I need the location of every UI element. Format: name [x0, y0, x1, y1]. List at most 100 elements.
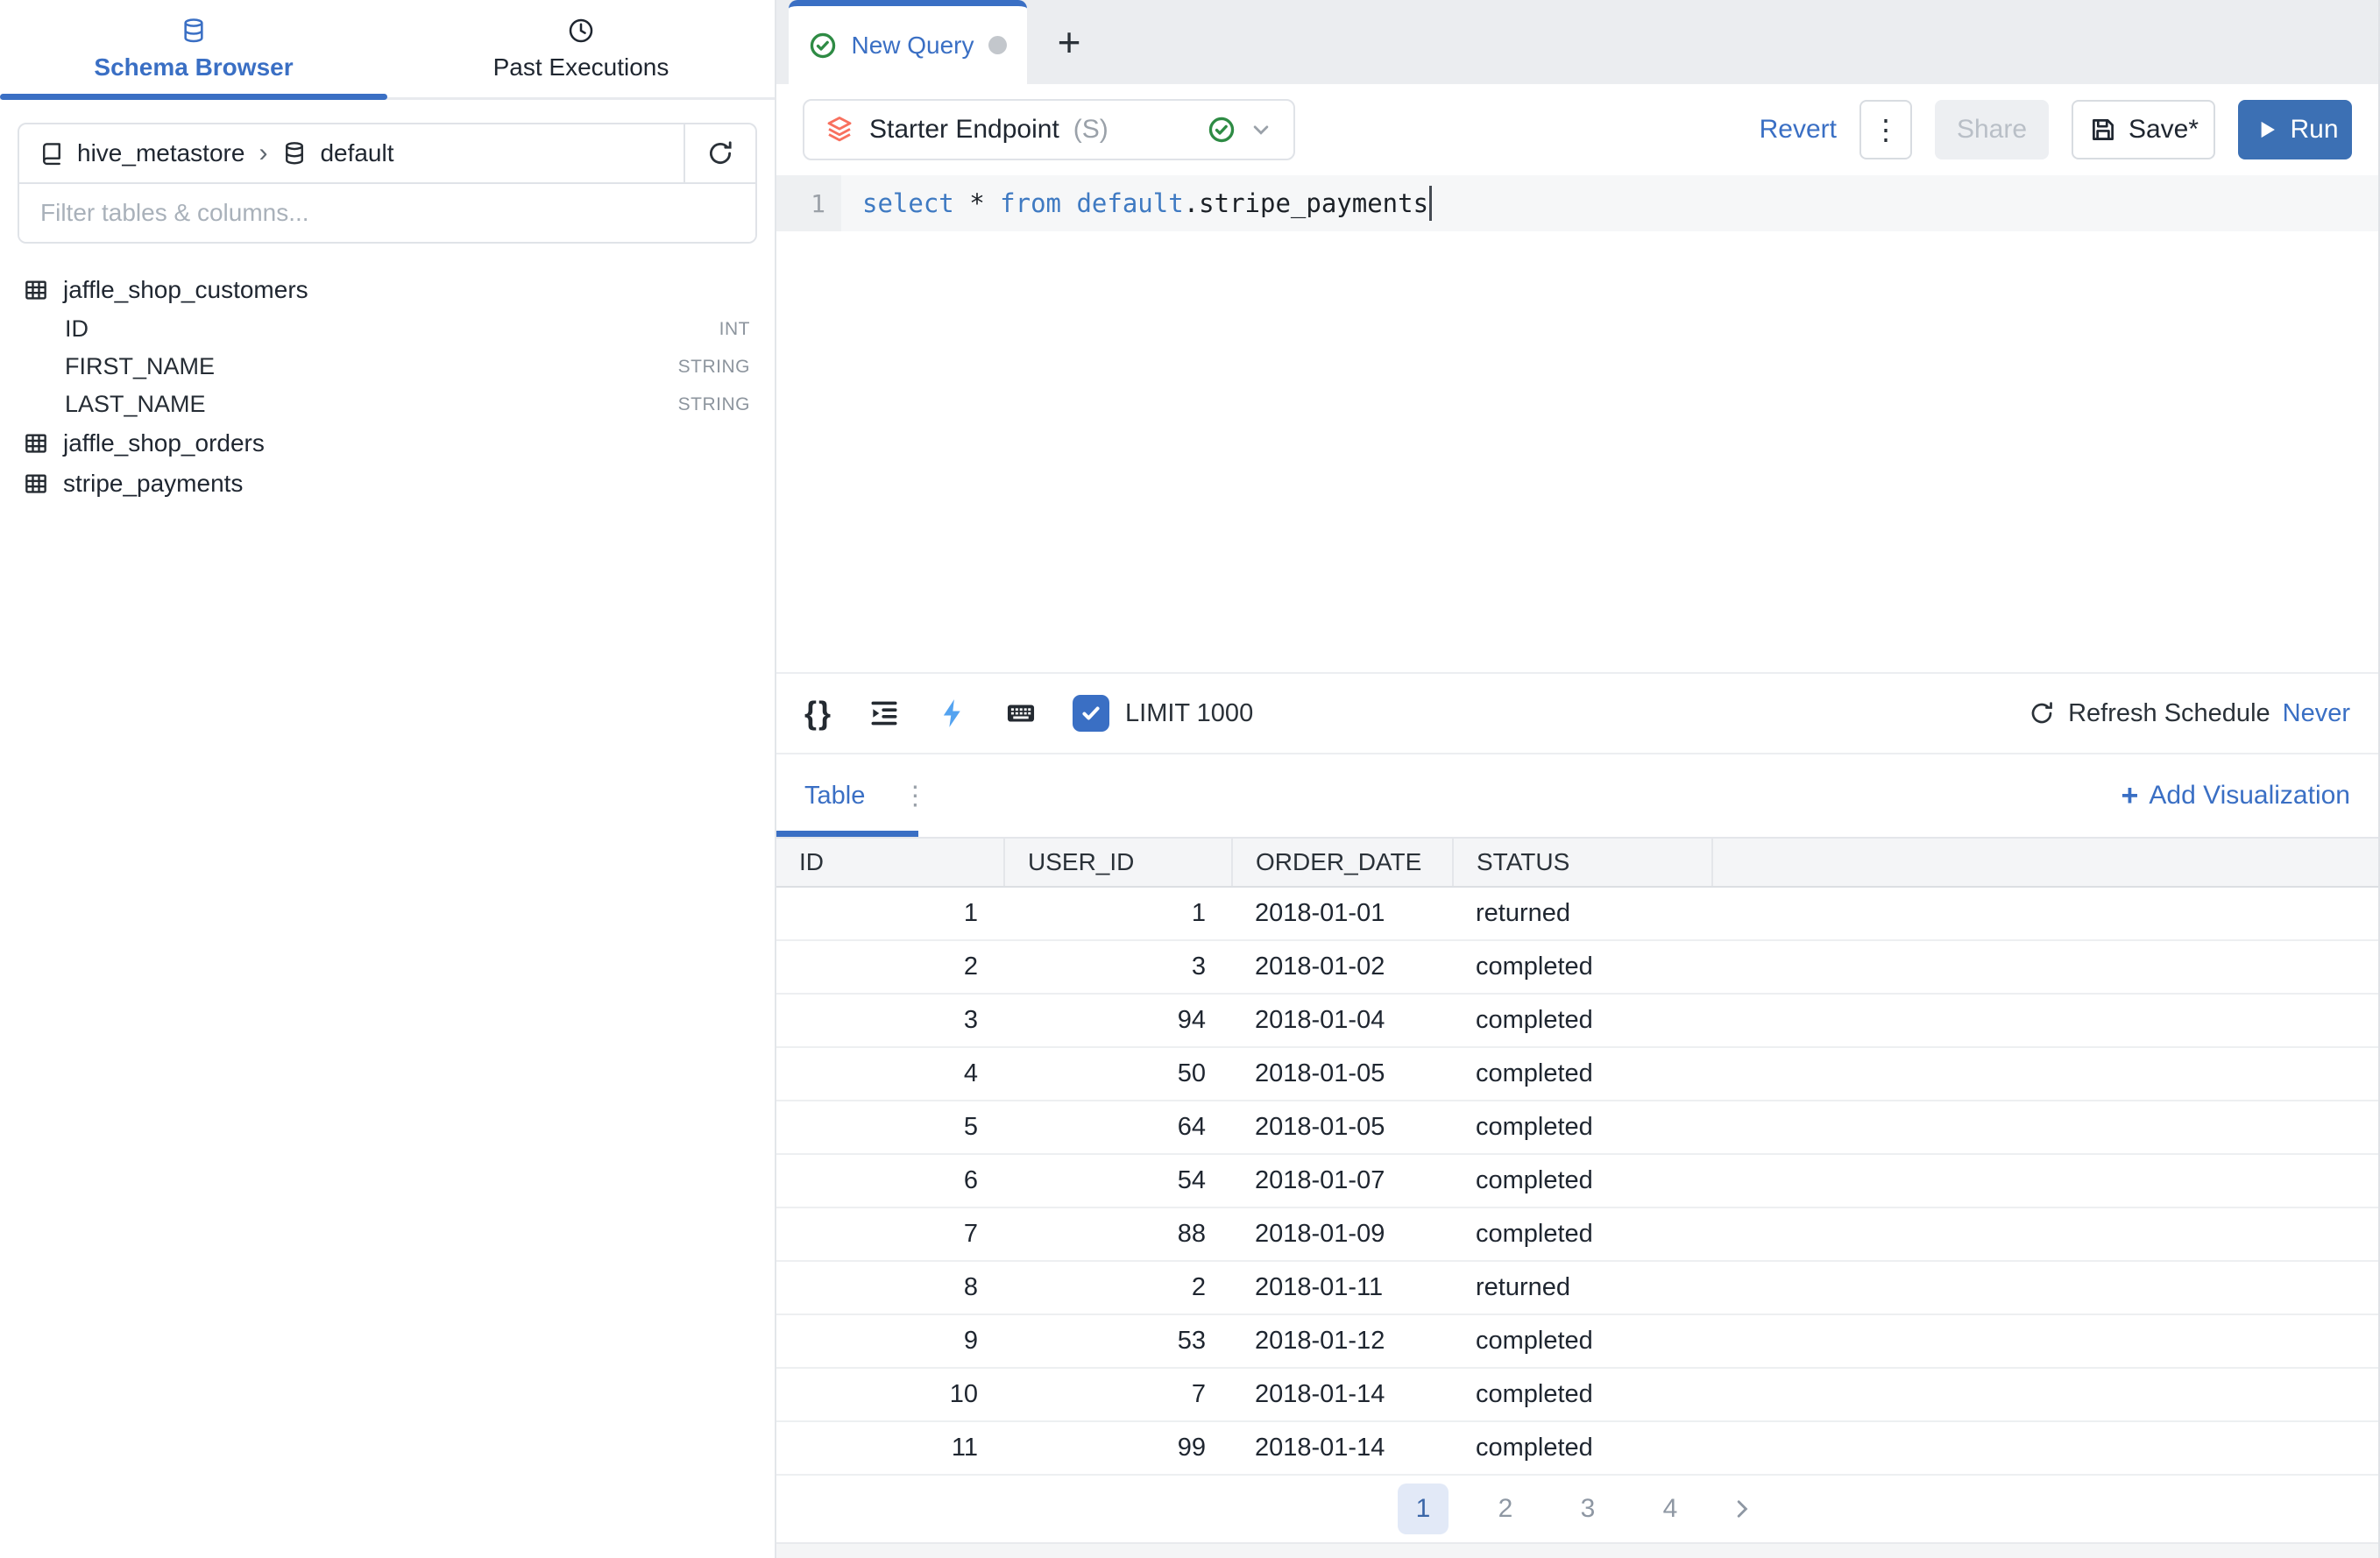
limit-label: LIMIT 1000	[1125, 699, 1253, 728]
tab-table-visualization[interactable]: Table	[804, 782, 865, 811]
database-icon	[180, 17, 208, 45]
endpoint-layers-icon	[824, 114, 855, 145]
endpoint-status-check-icon	[1208, 116, 1236, 144]
tab-new-query[interactable]: New Query	[789, 0, 1027, 84]
results-header: Table ⋮ + Add Visualization	[776, 753, 2378, 837]
column-item[interactable]: FIRST_NAMESTRING	[23, 348, 750, 386]
table-cell: 2	[776, 940, 1004, 994]
breadcrumb-schema[interactable]: default	[320, 139, 393, 167]
endpoint-size: (S)	[1073, 115, 1109, 145]
column-header[interactable]: USER_ID	[1004, 838, 1232, 887]
sql-editor[interactable]: 1 select * from default.stripe_payments	[776, 175, 2378, 672]
tab-past-executions-label: Past Executions	[493, 53, 669, 81]
table-cell: 7	[1004, 1368, 1232, 1421]
save-button-label: Save*	[2129, 115, 2199, 145]
lightning-icon[interactable]	[936, 697, 969, 730]
table-cell: 2018-01-01	[1232, 887, 1453, 940]
table-cell: returned	[1453, 887, 1712, 940]
limit-checkbox[interactable]	[1073, 695, 1109, 732]
column-item[interactable]: IDINT	[23, 310, 750, 348]
refresh-schedule: Refresh Schedule Never	[2028, 699, 2350, 728]
save-button[interactable]: Save*	[2072, 100, 2215, 159]
format-code-icon[interactable]: {}	[804, 695, 832, 732]
table-cell: 8	[776, 1261, 1004, 1314]
table-tab-underline	[776, 831, 918, 837]
table-cell: 1	[1004, 887, 1232, 940]
filter-input[interactable]	[19, 184, 755, 242]
table-cell: 54	[1004, 1154, 1232, 1207]
filter-row	[19, 184, 755, 242]
tab-schema-browser[interactable]: Schema Browser	[0, 0, 387, 97]
table-item-label: jaffle_shop_customers	[63, 276, 308, 304]
text-caret	[1429, 186, 1432, 221]
breadcrumb-path[interactable]: hive_metastore › default	[19, 124, 684, 182]
breadcrumb-separator-icon: ›	[257, 138, 269, 168]
page-button[interactable]: 4	[1645, 1484, 1696, 1534]
table-cell: 2018-01-04	[1232, 994, 1453, 1047]
run-button[interactable]: Run	[2238, 100, 2352, 159]
column-header[interactable]: ID	[776, 838, 1004, 887]
visualization-menu-icon[interactable]: ⋮	[902, 781, 929, 811]
schema-table-list: jaffle_shop_customers IDINTFIRST_NAMESTRI…	[0, 244, 775, 504]
breadcrumb-catalog[interactable]: hive_metastore	[77, 139, 244, 167]
table-cell: 7	[776, 1207, 1004, 1261]
refresh-schema-button[interactable]	[684, 124, 755, 182]
table-row: 9532018-01-12completed	[776, 1314, 2378, 1368]
sql-token: from	[1000, 188, 1061, 218]
table-cell: completed	[1453, 940, 1712, 994]
refresh-schedule-icon	[2028, 699, 2056, 727]
add-tab-button[interactable]: +	[1027, 0, 1111, 84]
table-cell: 9	[776, 1314, 1004, 1368]
table-row: 822018-01-11returned	[776, 1261, 2378, 1314]
plus-icon: +	[2121, 779, 2139, 813]
table-cell: completed	[1453, 1047, 1712, 1101]
table-icon	[23, 277, 49, 303]
page-button[interactable]: 3	[1562, 1484, 1613, 1534]
endpoint-selector[interactable]: Starter Endpoint (S)	[803, 99, 1295, 160]
tab-schema-browser-label: Schema Browser	[94, 53, 293, 81]
query-actions: Revert ⋮ Share Save* Run	[1760, 100, 2352, 159]
check-circle-icon	[809, 32, 837, 60]
page-button[interactable]: 1	[1398, 1484, 1449, 1534]
table-item[interactable]: stripe_payments	[23, 464, 750, 504]
check-icon	[1079, 701, 1103, 726]
table-cell: completed	[1453, 1101, 1712, 1154]
add-visualization-link[interactable]: + Add Visualization	[2121, 779, 2350, 813]
indent-icon[interactable]	[868, 697, 901, 730]
table-cell: 94	[1004, 994, 1232, 1047]
revert-link[interactable]: Revert	[1760, 115, 1837, 145]
table-row: 7882018-01-09completed	[776, 1207, 2378, 1261]
sidebar-tabs: Schema Browser Past Executions	[0, 0, 775, 100]
tab-past-executions[interactable]: Past Executions	[387, 0, 775, 97]
page-button[interactable]: 2	[1480, 1484, 1531, 1534]
table-cell: 50	[1004, 1047, 1232, 1101]
column-header[interactable]: STATUS	[1453, 838, 1712, 887]
column-type: STRING	[678, 357, 750, 378]
table-row: 232018-01-02completed	[776, 940, 2378, 994]
share-button[interactable]: Share	[1935, 100, 2049, 159]
sql-token: *	[954, 188, 1000, 218]
table-cell: 2018-01-14	[1232, 1421, 1453, 1475]
column-header[interactable]: ORDER_DATE	[1232, 838, 1453, 887]
more-actions-button[interactable]: ⋮	[1859, 100, 1912, 159]
table-item[interactable]: jaffle_shop_orders	[23, 423, 750, 464]
column-item[interactable]: LAST_NAME STRING	[23, 386, 750, 423]
horizontal-scrollbar-track[interactable]	[776, 1542, 2378, 1558]
sidebar: Schema Browser Past Executions hive_meta…	[0, 0, 776, 1558]
column-type: STRING	[678, 394, 750, 415]
table-item[interactable]: jaffle_shop_customers	[23, 270, 750, 310]
column-name: LAST_NAME	[65, 391, 206, 418]
chevron-right-icon	[1727, 1494, 1757, 1524]
sql-active-line: 1 select * from default.stripe_payments	[776, 175, 2378, 231]
next-page-button[interactable]	[1727, 1494, 1757, 1524]
table-cell: 99	[1004, 1421, 1232, 1475]
keyboard-icon[interactable]	[1004, 697, 1038, 730]
run-button-label: Run	[2290, 115, 2338, 145]
schema-browser-box: hive_metastore › default	[18, 123, 757, 244]
table-cell: 4	[776, 1047, 1004, 1101]
pagination: 1234	[776, 1476, 2378, 1542]
table-cell: 3	[1004, 940, 1232, 994]
limit-toggle[interactable]: LIMIT 1000	[1073, 695, 1253, 732]
sql-token: select	[862, 188, 954, 218]
refresh-schedule-value[interactable]: Never	[2283, 699, 2350, 728]
